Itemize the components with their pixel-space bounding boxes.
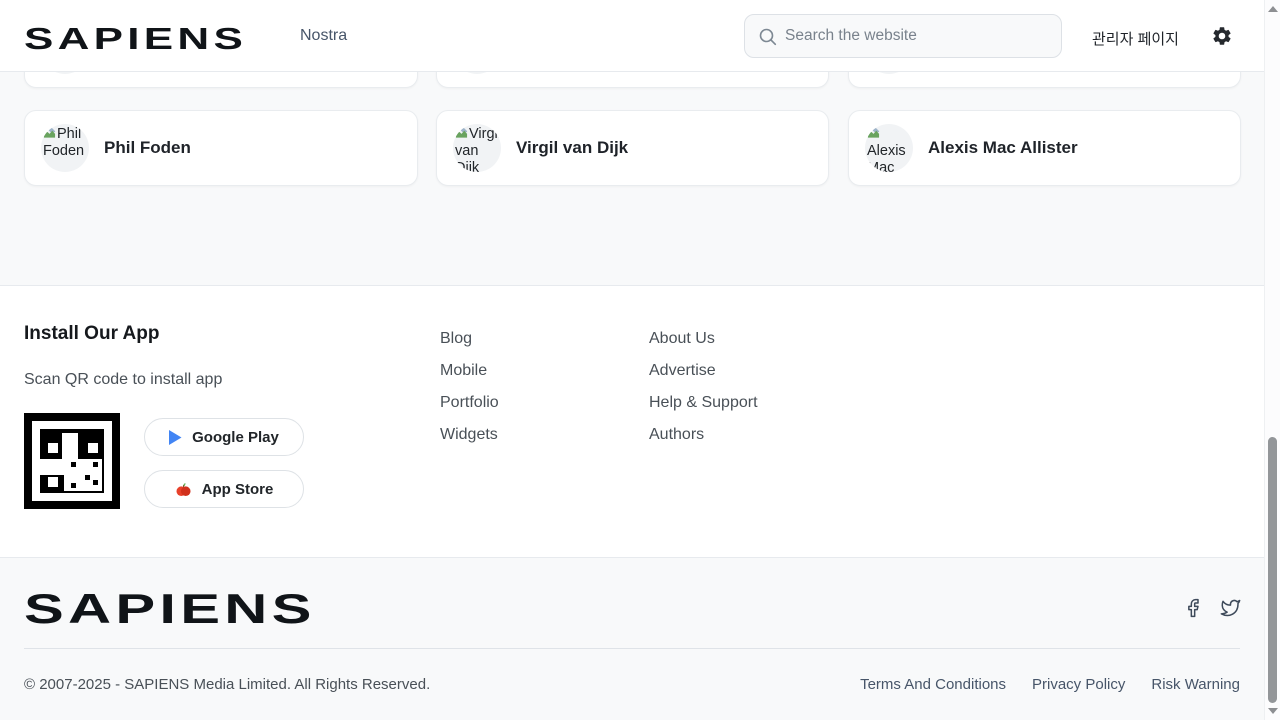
footer-link-portfolio[interactable]: Portfolio <box>440 394 499 426</box>
avatar-alt-text: Alexis Mac Allister <box>867 143 911 172</box>
twitter-icon <box>1220 598 1241 618</box>
footer-main: Install Our App Scan QR code to install … <box>0 285 1280 557</box>
google-play-button[interactable]: Google Play <box>144 418 304 456</box>
privacy-policy-link[interactable]: Privacy Policy <box>1032 676 1125 693</box>
footer-link-mobile[interactable]: Mobile <box>440 362 499 394</box>
scrollbar-thumb[interactable] <box>1268 437 1277 703</box>
search-input[interactable] <box>785 15 1055 57</box>
site-logo[interactable]: SAPIENS <box>24 21 247 57</box>
google-play-icon <box>169 430 182 445</box>
broken-image-icon <box>43 127 56 139</box>
avatar-broken-image: Virgil van Dijk <box>453 124 501 172</box>
card-alexis-mac-allister[interactable]: Alexis Mac Allister Alexis Mac Allister <box>848 110 1241 186</box>
footer-link-help-support[interactable]: Help & Support <box>649 394 758 426</box>
nav-link-nostra[interactable]: Nostra <box>300 27 347 45</box>
legal-links: Terms And Conditions Privacy Policy Risk… <box>860 676 1240 693</box>
footer-link-authors[interactable]: Authors <box>649 426 758 458</box>
search-box[interactable] <box>744 14 1062 58</box>
avatar-broken-image: Alexis Mac Allister <box>865 124 913 172</box>
card-title: Phil Foden <box>104 138 191 158</box>
qr-code-image <box>24 413 120 509</box>
scroll-down-arrow-icon[interactable] <box>1268 708 1278 714</box>
twitter-link[interactable] <box>1220 598 1240 618</box>
app-store-button[interactable]: App Store <box>144 470 304 508</box>
risk-warning-link[interactable]: Risk Warning <box>1151 676 1240 693</box>
social-links <box>1183 598 1240 618</box>
install-app-title: Install Our App <box>24 323 159 345</box>
broken-image-icon <box>867 127 880 139</box>
scroll-up-arrow-icon[interactable] <box>1268 6 1278 12</box>
page: SAPIENS Nostra 관리자 페이지 Phil Foden Phil F… <box>0 0 1280 720</box>
footer-links-column-2: About Us Advertise Help & Support Author… <box>649 330 758 458</box>
copyright-text: © 2007-2025 - SAPIENS Media Limited. All… <box>24 676 430 693</box>
footer-logo: SAPIENS <box>24 585 316 633</box>
footer-bottom: SAPIENS © 2007-2025 - SAPIENS Media Limi… <box>0 557 1280 720</box>
footer-link-widgets[interactable]: Widgets <box>440 426 499 458</box>
legal-row: © 2007-2025 - SAPIENS Media Limited. All… <box>24 664 1240 704</box>
avatar-broken-image: Phil Foden <box>41 124 89 172</box>
google-play-label: Google Play <box>192 429 279 446</box>
footer-divider <box>24 648 1240 649</box>
app-store-label: App Store <box>202 481 274 498</box>
card-phil-foden[interactable]: Phil Foden Phil Foden <box>24 110 418 186</box>
footer-link-advertise[interactable]: Advertise <box>649 362 758 394</box>
header: SAPIENS Nostra 관리자 페이지 <box>0 0 1264 72</box>
settings-button[interactable] <box>1210 25 1234 49</box>
install-app-subtitle: Scan QR code to install app <box>24 371 222 389</box>
footer-link-about-us[interactable]: About Us <box>649 330 758 362</box>
card-title: Virgil van Dijk <box>516 138 628 158</box>
facebook-link[interactable] <box>1183 598 1203 618</box>
card-title: Alexis Mac Allister <box>928 138 1078 158</box>
vertical-scrollbar[interactable] <box>1264 0 1280 720</box>
search-icon <box>758 27 778 47</box>
admin-page-link[interactable]: 관리자 페이지 <box>1092 28 1179 49</box>
apple-icon <box>175 481 192 498</box>
broken-image-icon <box>455 127 468 139</box>
facebook-icon <box>1183 598 1203 618</box>
terms-link[interactable]: Terms And Conditions <box>860 676 1006 693</box>
card-virgil-van-dijk[interactable]: Virgil van Dijk Virgil van Dijk <box>436 110 829 186</box>
gear-icon <box>1211 25 1233 47</box>
footer-links-column-1: Blog Mobile Portfolio Widgets <box>440 330 499 458</box>
footer-link-blog[interactable]: Blog <box>440 330 499 362</box>
